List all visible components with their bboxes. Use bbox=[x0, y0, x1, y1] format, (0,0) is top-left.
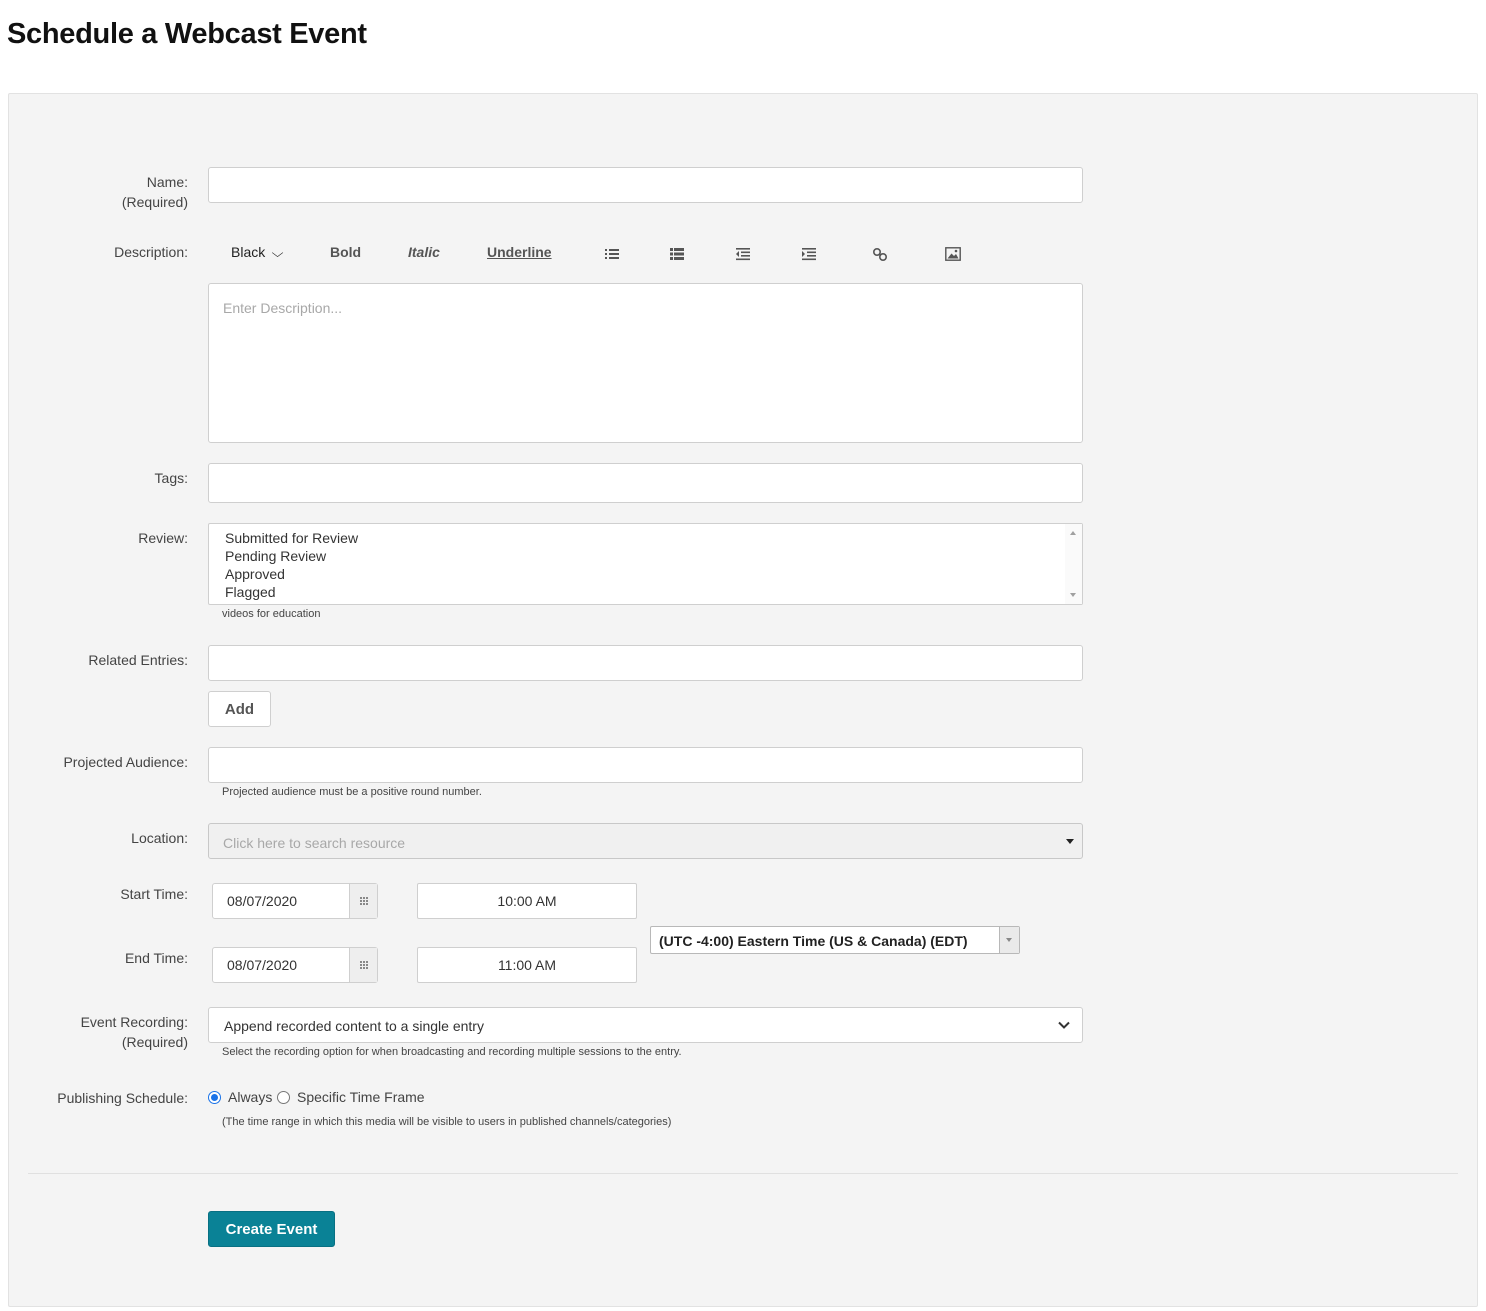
review-label: Review: bbox=[138, 530, 188, 546]
create-event-button[interactable]: Create Event bbox=[208, 1211, 335, 1247]
caret-down-icon bbox=[1006, 938, 1012, 942]
timezone-value: (UTC -4:00) Eastern Time (US & Canada) (… bbox=[659, 933, 968, 949]
radio-specific-time-frame[interactable] bbox=[277, 1091, 290, 1104]
outdent-icon[interactable] bbox=[735, 247, 751, 261]
projected-audience-input[interactable] bbox=[208, 747, 1083, 783]
name-input[interactable] bbox=[208, 167, 1083, 203]
scroll-down-icon[interactable] bbox=[1070, 593, 1076, 597]
review-option[interactable]: Submitted for Review bbox=[225, 529, 1066, 547]
underline-button[interactable]: Underline bbox=[487, 244, 552, 260]
location-placeholder: Click here to search resource bbox=[223, 835, 406, 851]
event-recording-label: Event Recording: (Required) bbox=[80, 1014, 188, 1050]
review-scrollbar[interactable] bbox=[1065, 524, 1082, 604]
name-label: Name: (Required) bbox=[121, 174, 188, 210]
event-recording-select[interactable]: Append recorded content to a single entr… bbox=[208, 1007, 1083, 1043]
related-entries-label: Related Entries: bbox=[88, 652, 188, 668]
review-option[interactable]: Approved bbox=[225, 565, 1066, 583]
end-calendar-button[interactable] bbox=[349, 948, 377, 982]
review-listbox[interactable]: Submitted for Review Pending Review Appr… bbox=[208, 523, 1083, 605]
tags-label: Tags: bbox=[154, 470, 188, 486]
ordered-list-icon[interactable] bbox=[669, 247, 685, 261]
review-help-text: videos for education bbox=[222, 608, 321, 620]
publishing-help-text: (The time range in which this media will… bbox=[222, 1116, 672, 1128]
bold-button[interactable]: Bold bbox=[330, 244, 361, 260]
chevron-down-icon: ⌵ bbox=[271, 246, 284, 260]
text-color-dropdown[interactable]: Black ⌵ bbox=[231, 244, 284, 261]
end-date-field bbox=[212, 947, 378, 983]
event-recording-value: Append recorded content to a single entr… bbox=[224, 1018, 484, 1034]
publishing-schedule-label: Publishing Schedule: bbox=[57, 1090, 188, 1106]
review-option[interactable]: Pending Review bbox=[225, 547, 1066, 565]
timezone-select[interactable]: (UTC -4:00) Eastern Time (US & Canada) (… bbox=[650, 926, 1020, 954]
caret-down-icon bbox=[1066, 839, 1074, 844]
tags-input[interactable] bbox=[208, 463, 1083, 503]
italic-button[interactable]: Italic bbox=[408, 244, 440, 260]
location-label: Location: bbox=[131, 830, 188, 846]
page-title: Schedule a Webcast Event bbox=[7, 18, 367, 50]
end-time-input[interactable] bbox=[417, 947, 637, 983]
end-time-label: End Time: bbox=[124, 950, 188, 966]
location-select[interactable]: Click here to search resource bbox=[208, 823, 1083, 859]
description-textarea[interactable] bbox=[208, 283, 1083, 443]
review-option[interactable]: Flagged bbox=[225, 583, 1066, 601]
chevron-down-icon bbox=[1058, 1021, 1070, 1029]
related-entries-input[interactable] bbox=[208, 645, 1083, 681]
scroll-up-icon[interactable] bbox=[1070, 531, 1076, 535]
start-time-label: Start Time: bbox=[120, 886, 188, 902]
radio-specific-time-frame-label[interactable]: Specific Time Frame bbox=[297, 1089, 425, 1105]
link-icon[interactable] bbox=[872, 247, 888, 261]
start-date-input[interactable] bbox=[213, 884, 351, 918]
radio-always[interactable] bbox=[208, 1091, 221, 1104]
image-icon[interactable] bbox=[945, 247, 961, 261]
start-calendar-button[interactable] bbox=[349, 884, 377, 918]
add-button[interactable]: Add bbox=[208, 691, 271, 727]
start-time-input[interactable] bbox=[417, 883, 637, 919]
divider bbox=[28, 1173, 1458, 1174]
audience-help-text: Projected audience must be a positive ro… bbox=[222, 786, 482, 798]
indent-icon[interactable] bbox=[801, 247, 817, 261]
recording-help-text: Select the recording option for when bro… bbox=[222, 1046, 682, 1058]
timezone-dropdown-arrow[interactable] bbox=[999, 927, 1019, 953]
calendar-icon bbox=[360, 897, 368, 905]
end-date-input[interactable] bbox=[213, 948, 351, 982]
rich-text-toolbar: Black ⌵ Bold Italic Underline bbox=[208, 238, 1083, 270]
radio-always-label[interactable]: Always bbox=[228, 1089, 272, 1105]
start-date-field bbox=[212, 883, 378, 919]
calendar-icon bbox=[360, 961, 368, 969]
description-label: Description: bbox=[114, 244, 188, 260]
unordered-list-icon[interactable] bbox=[604, 247, 620, 261]
projected-audience-label: Projected Audience: bbox=[63, 754, 188, 770]
